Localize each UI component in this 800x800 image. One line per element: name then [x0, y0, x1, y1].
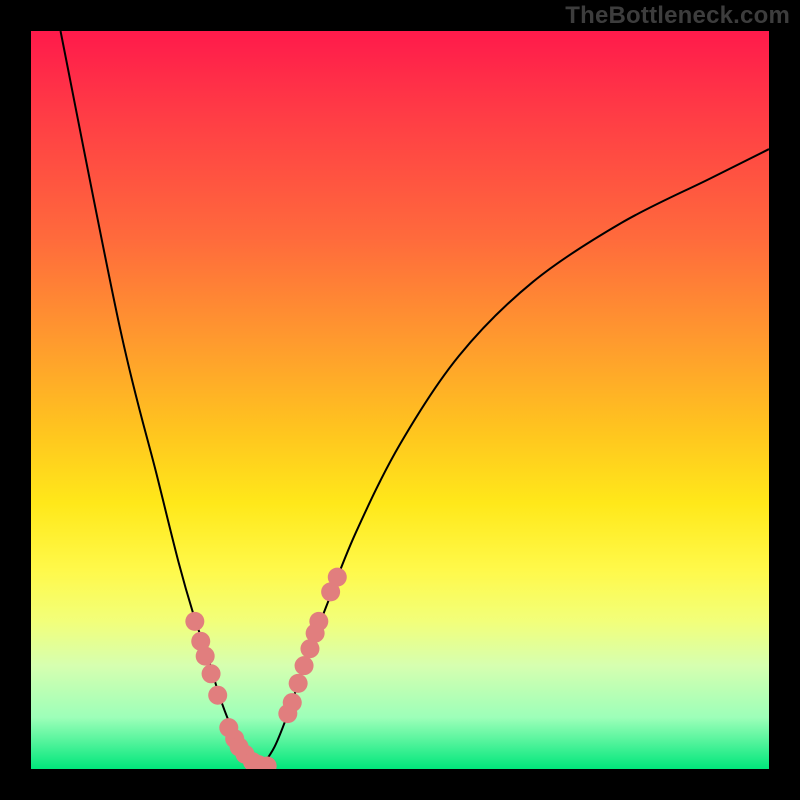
- data-marker: [185, 612, 204, 631]
- data-marker: [196, 647, 215, 666]
- chart-frame: TheBottleneck.com: [0, 0, 800, 800]
- data-marker: [328, 568, 347, 587]
- curve-svg: [31, 31, 769, 769]
- bottleneck-curve-left: [61, 31, 260, 769]
- curve-markers: [185, 568, 346, 769]
- data-marker: [309, 612, 328, 631]
- data-marker: [202, 664, 221, 683]
- watermark-label: TheBottleneck.com: [565, 2, 790, 30]
- data-marker: [289, 674, 308, 693]
- data-marker: [208, 686, 227, 705]
- data-marker: [295, 656, 314, 675]
- bottleneck-curve-right: [260, 149, 769, 769]
- plot-area: [31, 31, 769, 769]
- data-marker: [283, 693, 302, 712]
